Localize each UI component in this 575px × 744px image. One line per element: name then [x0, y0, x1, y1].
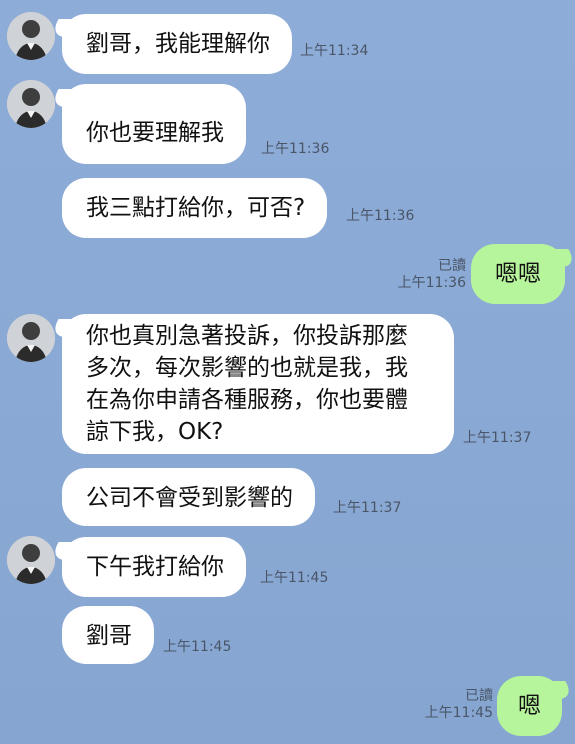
timestamp-1: 上午11:34 — [300, 43, 369, 59]
message-text-2: 你也要理解我 — [86, 120, 224, 146]
message-bubble-3[interactable]: 我三點打給你，可否? — [62, 178, 328, 238]
read-meta-1: 已讀 上午11:36 — [376, 258, 466, 292]
message-text-8: 劉哥 — [86, 623, 132, 649]
read-receipt-1: 已讀 — [438, 258, 466, 274]
avatar-icon — [7, 12, 55, 60]
chat-area: 劉哥，我能理解你 上午11:34 你也要理解我 上午11:36 我三點打給你，可… — [0, 0, 575, 744]
timestamp-2: 上午11:36 — [261, 141, 330, 157]
message-bubble-7[interactable]: 下午我打給你 — [62, 537, 246, 597]
timestamp-6: 上午11:37 — [333, 500, 402, 516]
message-text-7: 下午我打給你 — [86, 554, 224, 580]
message-bubble-5[interactable]: 你也真別急著投訴，你投訴那麼 多次，每次影響的也就是我，我 在為你申請各種服務，… — [62, 314, 454, 454]
avatar-icon[interactable] — [7, 12, 55, 60]
timestamp-8: 上午11:45 — [163, 639, 232, 655]
message-bubble-4[interactable]: 嗯嗯 — [471, 244, 565, 304]
message-text-5-line-3: 在為你申請各種服務，你也要體 — [86, 387, 408, 413]
read-meta-2: 已讀 上午11:45 — [403, 688, 493, 722]
message-text-6: 公司不會受到影響的 — [86, 485, 293, 511]
message-text-1: 劉哥，我能理解你 — [86, 31, 270, 57]
avatar-icon[interactable] — [7, 536, 55, 584]
message-text-9: 嗯 — [518, 693, 541, 719]
message-text-5-line-4: 諒下我，OK? — [86, 419, 224, 445]
message-text-5-line-2: 多次，每次影響的也就是我，我 — [86, 355, 408, 381]
message-text-4: 嗯嗯 — [495, 261, 541, 287]
message-text-5-line-1: 你也真別急著投訴，你投訴那麼 — [86, 323, 408, 349]
avatar-icon — [7, 80, 55, 128]
message-bubble-2[interactable]: 你也要理解我 — [62, 84, 246, 164]
message-bubble-8[interactable]: 劉哥 — [62, 606, 154, 664]
message-bubble-1[interactable]: 劉哥，我能理解你 — [62, 14, 292, 74]
timestamp-7: 上午11:45 — [260, 570, 329, 586]
message-text-3: 我三點打給你，可否? — [86, 195, 306, 221]
timestamp-9: 上午11:45 — [424, 705, 493, 721]
avatar-icon[interactable] — [7, 80, 55, 128]
timestamp-5: 上午11:37 — [463, 430, 532, 446]
timestamp-3: 上午11:36 — [346, 208, 415, 224]
avatar-icon — [7, 536, 55, 584]
avatar-icon — [7, 314, 55, 362]
message-bubble-6[interactable]: 公司不會受到影響的 — [62, 468, 315, 526]
read-receipt-2: 已讀 — [465, 688, 493, 704]
timestamp-4: 上午11:36 — [397, 275, 466, 291]
avatar-icon[interactable] — [7, 314, 55, 362]
message-bubble-9[interactable]: 嗯 — [497, 676, 562, 736]
